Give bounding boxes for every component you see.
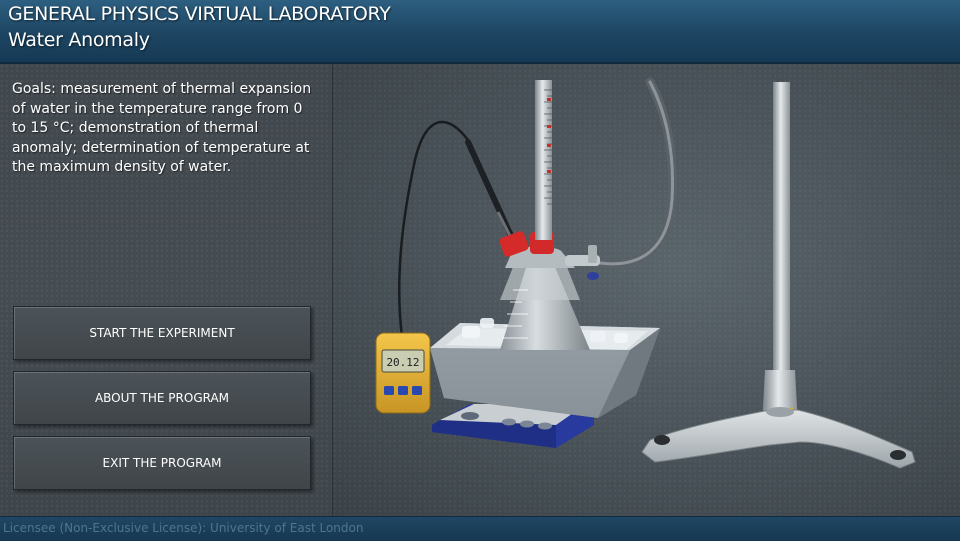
graduated-capillary[interactable]	[535, 80, 552, 240]
digital-thermometer[interactable]	[375, 332, 431, 414]
start-experiment-button[interactable]: START THE EXPERIMENT	[13, 306, 311, 360]
meter-button[interactable]	[398, 386, 408, 395]
exit-program-button[interactable]: EXIT THE PROGRAM	[13, 436, 311, 490]
footer: Licensee (Non-Exclusive License): Univer…	[0, 516, 960, 541]
lab-stage: 20.12	[333, 64, 960, 516]
retort-stand-base	[641, 409, 916, 469]
stirrer-button[interactable]	[538, 422, 552, 430]
retort-stand-rod	[773, 82, 790, 417]
experiment-title: Water Anomaly	[8, 29, 150, 51]
meter-button[interactable]	[384, 386, 394, 395]
probe-cable	[397, 120, 469, 338]
app-header: GENERAL PHYSICS VIRTUAL LABORATORY Water…	[0, 0, 960, 64]
meter-button[interactable]	[412, 386, 422, 395]
app-title: GENERAL PHYSICS VIRTUAL LABORATORY	[8, 3, 391, 25]
lab-apparatus: 20.12	[375, 77, 916, 469]
stirrer-button[interactable]	[502, 418, 516, 426]
stirrer-knob[interactable]	[461, 412, 479, 420]
stirrer-button[interactable]	[520, 420, 534, 428]
license-text: Licensee (Non-Exclusive License): Univer…	[3, 521, 364, 535]
goals-text: Goals: measurement of thermal expansion …	[12, 81, 312, 175]
thermometer-display: 20.12	[386, 356, 419, 369]
about-program-button[interactable]: ABOUT THE PROGRAM	[13, 371, 311, 425]
